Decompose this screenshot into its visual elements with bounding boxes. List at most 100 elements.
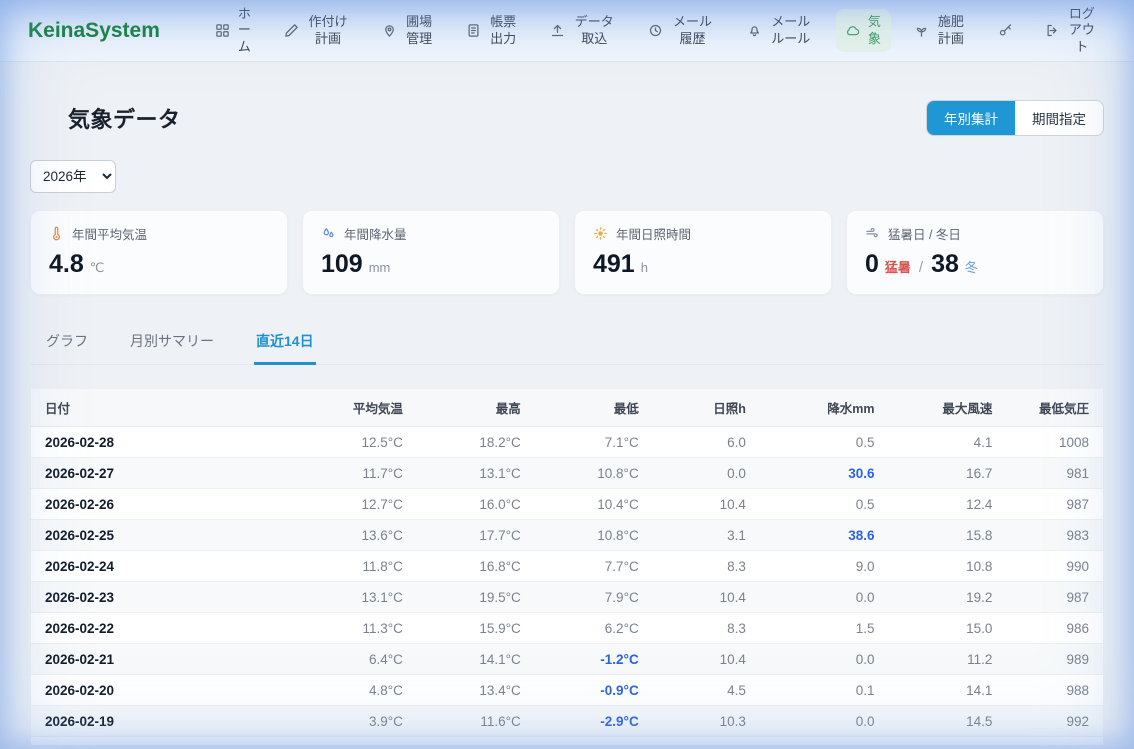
stat-card-sun: 年間日照時間 491h bbox=[574, 210, 832, 295]
nav-item-field-management[interactable]: 圃場管理 bbox=[373, 9, 443, 52]
brand-logo[interactable]: KeinaSystem bbox=[28, 19, 160, 43]
value-separator: / bbox=[919, 259, 923, 276]
wind-icon bbox=[865, 226, 880, 241]
nav-item-label: 帳票出力 bbox=[488, 14, 518, 47]
table-row[interactable]: 2026-02-2612.7°C16.0°C10.4°C10.40.512.49… bbox=[31, 489, 1103, 520]
table-row[interactable]: 2026-02-193.9°C11.6°C-2.9°C10.30.014.599… bbox=[31, 706, 1103, 737]
history-clock-icon bbox=[648, 23, 663, 38]
nav-item-logout[interactable]: ログアウト bbox=[1036, 1, 1106, 60]
cloud-icon bbox=[845, 23, 860, 38]
nav-item-report-output[interactable]: 帳票出力 bbox=[457, 9, 527, 52]
nav-item-weather[interactable]: 気象 bbox=[836, 9, 891, 52]
nav-item-data-import[interactable]: データ取込 bbox=[541, 9, 625, 52]
recent-days-table-wrap: 日付平均気温最高最低日照h降水mm最大風速最低気圧 2026-02-2812.5… bbox=[30, 388, 1104, 745]
rain-cell: 0.0 bbox=[760, 644, 889, 675]
cloud-icon bbox=[30, 105, 57, 132]
table-row[interactable]: 2026-02-216.4°C14.1°C-1.2°C10.40.011.298… bbox=[31, 644, 1103, 675]
page-title-wrap: 気象データ bbox=[30, 102, 181, 134]
pressure-cell: 988 bbox=[1006, 675, 1103, 706]
top-navigation: KeinaSystem ホーム作付け計画 圃場管理 帳票出力データ取込メール履歴 メー… bbox=[0, 0, 1134, 62]
table-row[interactable]: 2026-02-2313.1°C19.5°C7.9°C10.40.019.298… bbox=[31, 582, 1103, 613]
stat-card-value-row: 109mm bbox=[321, 250, 541, 279]
key-icon bbox=[998, 23, 1013, 38]
column-header: 最低 bbox=[535, 389, 653, 427]
pressure-cell: 981 bbox=[1006, 458, 1103, 489]
view-toggle-yearly[interactable]: 年別集計 bbox=[927, 101, 1015, 135]
wind-cell: 12.4 bbox=[889, 489, 1007, 520]
min-temp-cell: 7.1°C bbox=[535, 427, 653, 458]
column-header: 最大風速 bbox=[889, 389, 1007, 427]
min-temp-cell: 7.9°C bbox=[535, 582, 653, 613]
date-cell: 2026-02-26 bbox=[31, 489, 288, 520]
wind-cell: 10.8 bbox=[889, 551, 1007, 582]
table-row[interactable]: 2026-02-2513.6°C17.7°C10.8°C3.138.615.89… bbox=[31, 520, 1103, 551]
stat-card-label-row: 年間降水量 bbox=[321, 224, 541, 243]
nav-item-label: メールルール bbox=[769, 14, 813, 47]
rain-cell: 0.0 bbox=[760, 706, 889, 737]
nav-item-label: 圃場管理 bbox=[404, 14, 434, 47]
stat-card-wind: 猛暑日 / 冬日 0猛暑/38冬 bbox=[846, 210, 1104, 295]
stat-card-label: 年間平均気温 bbox=[72, 224, 147, 243]
nav-item-planting-plan[interactable]: 作付け計画 bbox=[275, 9, 359, 52]
rain-cell: 9.0 bbox=[760, 551, 889, 582]
avg-temp-cell: 13.6°C bbox=[288, 520, 417, 551]
cold-days-label: 冬 bbox=[965, 257, 978, 276]
nav-item-mail-rules[interactable]: メールルール bbox=[738, 9, 822, 52]
nav-item-mail-history[interactable]: メール履歴 bbox=[639, 9, 723, 52]
stat-card-label-row: 年間平均気温 bbox=[49, 224, 269, 243]
view-toggle-period[interactable]: 期間指定 bbox=[1015, 101, 1103, 135]
date-cell: 2026-02-19 bbox=[31, 706, 288, 737]
stat-card-value-row: 4.8℃ bbox=[49, 250, 269, 279]
table-row[interactable]: 2026-02-2711.7°C13.1°C10.8°C0.030.616.79… bbox=[31, 458, 1103, 489]
pressure-cell: 986 bbox=[1006, 613, 1103, 644]
column-header: 最高 bbox=[417, 389, 535, 427]
nav-item-api-key[interactable] bbox=[989, 18, 1022, 43]
location-pin-icon bbox=[382, 23, 397, 38]
stat-card-raindrops: 年間降水量 109mm bbox=[302, 210, 560, 295]
nav-item-home[interactable]: ホーム bbox=[206, 1, 261, 60]
stat-card-value-row: 0猛暑/38冬 bbox=[865, 250, 1085, 279]
tab-2[interactable]: 直近14日 bbox=[254, 322, 316, 365]
table-row[interactable]: 2026-02-2812.5°C18.2°C7.1°C6.00.54.11008 bbox=[31, 427, 1103, 458]
stat-card-label: 年間日照時間 bbox=[616, 224, 691, 243]
tab-1[interactable]: 月別サマリー bbox=[128, 322, 216, 365]
date-cell: 2026-02-22 bbox=[31, 613, 288, 644]
max-temp-cell: 17.7°C bbox=[417, 520, 535, 551]
avg-temp-cell: 3.9°C bbox=[288, 706, 417, 737]
rain-cell: 30.6 bbox=[760, 458, 889, 489]
tab-0[interactable]: グラフ bbox=[44, 322, 90, 365]
date-cell: 2026-02-25 bbox=[31, 520, 288, 551]
rain-cell: 0.0 bbox=[760, 582, 889, 613]
table-row[interactable]: 2026-02-2211.3°C15.9°C6.2°C8.31.515.0986 bbox=[31, 613, 1103, 644]
min-temp-cell: -2.9°C bbox=[535, 706, 653, 737]
max-temp-cell: 16.8°C bbox=[417, 551, 535, 582]
stat-card-value-row: 491h bbox=[593, 250, 813, 279]
min-temp-cell: 10.8°C bbox=[535, 458, 653, 489]
wind-cell: 15.8 bbox=[889, 520, 1007, 551]
nav-item-fertilizer-plan[interactable]: 施肥計画 bbox=[905, 9, 975, 52]
stat-cards: 年間平均気温 4.8℃ 年間降水量 109mm 年間日照時間 491h 猛暑日 / 冬日 0猛… bbox=[30, 210, 1104, 295]
home-grid-icon bbox=[215, 23, 230, 38]
pressure-cell: 989 bbox=[1006, 644, 1103, 675]
page-header: 気象データ 年別集計期間指定 bbox=[30, 100, 1104, 136]
wind-cell: 14.1 bbox=[889, 675, 1007, 706]
max-temp-cell: 14.1°C bbox=[417, 644, 535, 675]
raindrops-icon bbox=[321, 226, 336, 241]
table-row[interactable]: 2026-02-204.8°C13.4°C-0.9°C4.50.114.1988 bbox=[31, 675, 1103, 706]
upload-icon bbox=[550, 23, 565, 38]
main-content: 気象データ 年別集計期間指定 2026年 年間平均気温 4.8℃ 年間降水量 109m… bbox=[0, 100, 1134, 745]
year-select[interactable]: 2026年 bbox=[30, 160, 116, 193]
stat-unit: h bbox=[641, 260, 648, 275]
sunshine-cell: 6.0 bbox=[653, 427, 760, 458]
stat-card-label: 猛暑日 / 冬日 bbox=[888, 224, 961, 243]
max-temp-cell: 15.9°C bbox=[417, 613, 535, 644]
wind-cell: 15.0 bbox=[889, 613, 1007, 644]
rain-cell: 0.5 bbox=[760, 489, 889, 520]
avg-temp-cell: 4.8°C bbox=[288, 675, 417, 706]
sunshine-cell: 10.4 bbox=[653, 582, 760, 613]
table-row[interactable]: 2026-02-2411.8°C16.8°C7.7°C8.39.010.8990 bbox=[31, 551, 1103, 582]
stat-card-label: 年間降水量 bbox=[344, 224, 407, 243]
stat-unit: ℃ bbox=[90, 260, 105, 276]
sun-icon bbox=[593, 226, 608, 241]
min-temp-cell: 6.2°C bbox=[535, 613, 653, 644]
